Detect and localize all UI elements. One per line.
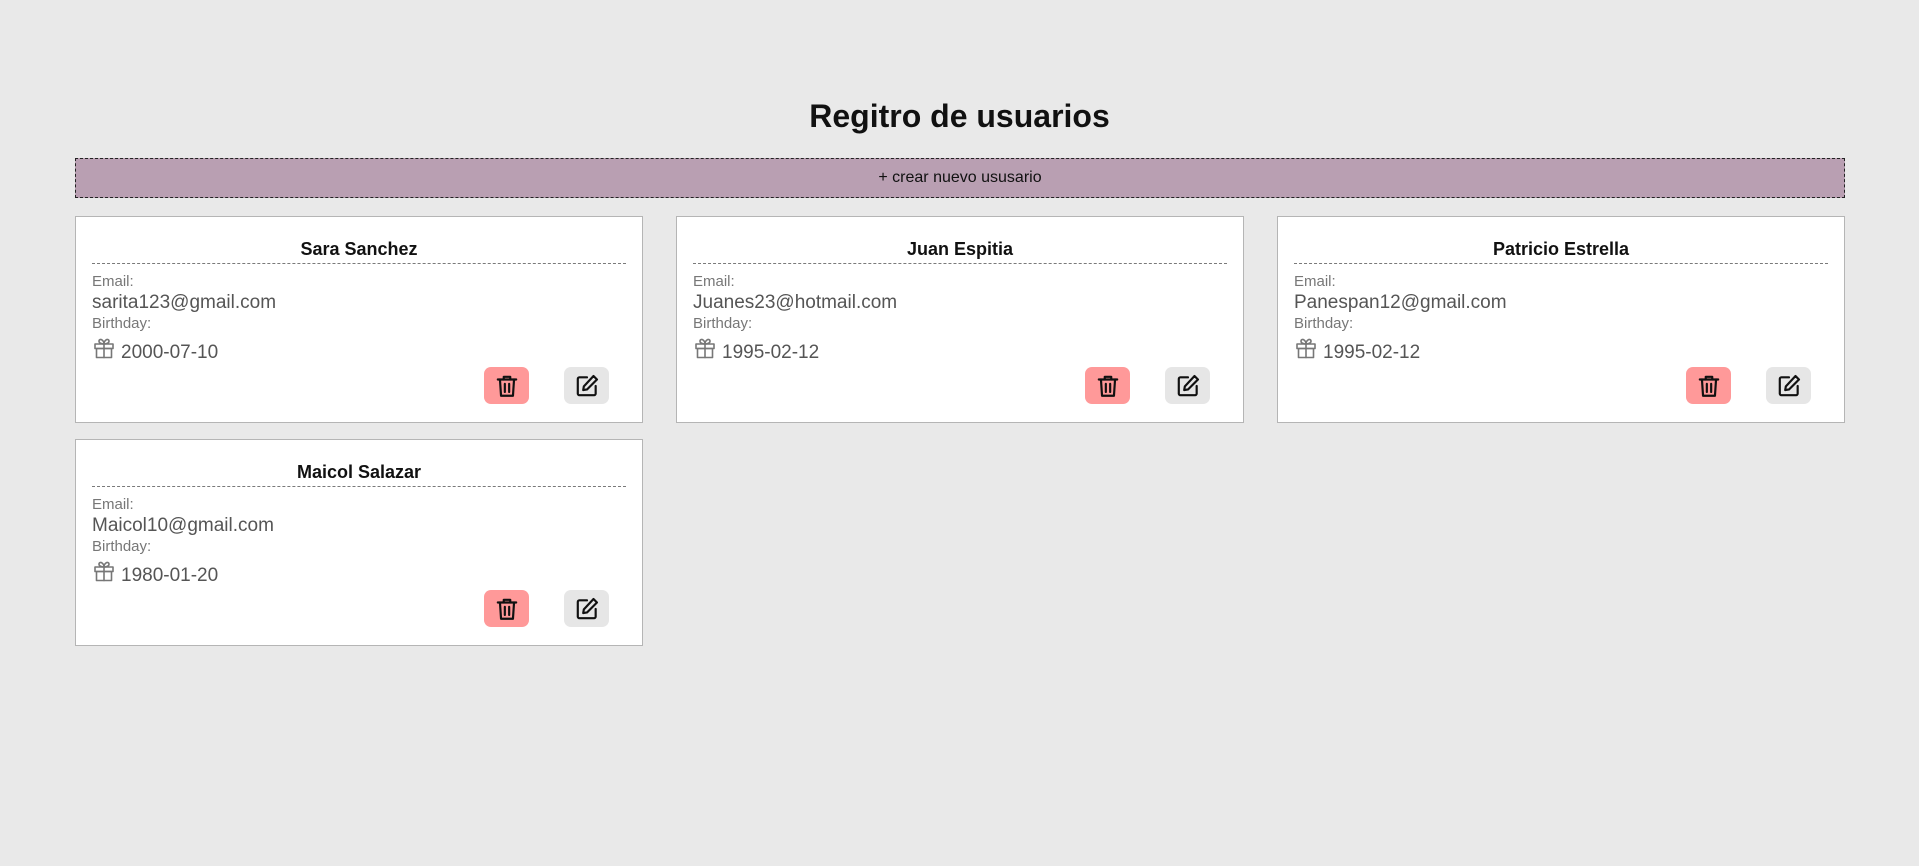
user-card: Maicol Salazar Email: Maicol10@gmail.com…: [75, 439, 643, 646]
email-label: Email:: [92, 496, 134, 513]
delete-button[interactable]: [1085, 367, 1130, 404]
page-title: Regitro de usuarios: [809, 98, 1110, 134]
user-email: sarita123@gmail.com: [92, 292, 277, 313]
edit-button[interactable]: [1766, 367, 1811, 404]
user-card-list: Sara Sanchez Email: sarita123@gmail.com …: [75, 216, 1845, 646]
edit-icon: [576, 597, 598, 619]
edit-button[interactable]: [1165, 367, 1210, 404]
edit-icon: [1778, 374, 1800, 396]
email-label: Email:: [1294, 273, 1336, 290]
create-user-button[interactable]: + crear nuevo ususario: [75, 158, 1845, 198]
user-birthday: 1995-02-12: [1323, 342, 1421, 363]
edit-icon: [1177, 374, 1199, 396]
delete-button[interactable]: [1686, 367, 1731, 404]
birthday-row: 2000-07-10: [92, 335, 626, 365]
card-actions: [484, 367, 609, 404]
email-label: Email:: [693, 273, 735, 290]
user-card: Juan Espitia Email: Juanes23@hotmail.com…: [676, 216, 1244, 423]
user-name: Patricio Estrella: [1294, 217, 1828, 264]
birthday-label: Birthday:: [693, 315, 753, 332]
birthday-label: Birthday:: [92, 315, 152, 332]
birthday-row: 1995-02-12: [693, 335, 1227, 365]
user-birthday: 1980-01-20: [121, 565, 219, 586]
birthday-row: 1995-02-12: [1294, 335, 1828, 365]
user-card: Sara Sanchez Email: sarita123@gmail.com …: [75, 216, 643, 423]
birthday-row: 1980-01-20: [92, 558, 626, 588]
birthday-label: Birthday:: [1294, 315, 1354, 332]
birthday-label: Birthday:: [92, 538, 152, 555]
trash-icon: [496, 598, 517, 620]
trash-icon: [496, 375, 517, 397]
gift-icon: [693, 336, 717, 360]
delete-button[interactable]: [484, 590, 529, 627]
user-email: Panespan12@gmail.com: [1294, 292, 1507, 313]
user-birthday: 1995-02-12: [722, 342, 820, 363]
user-card: Patricio Estrella Email: Panespan12@gmai…: [1277, 216, 1845, 423]
trash-icon: [1698, 375, 1719, 397]
email-label: Email:: [92, 273, 134, 290]
edit-button[interactable]: [564, 590, 609, 627]
gift-icon: [92, 559, 116, 583]
user-birthday: 2000-07-10: [121, 342, 219, 363]
card-actions: [484, 590, 609, 627]
user-email: Juanes23@hotmail.com: [693, 292, 898, 313]
user-name: Maicol Salazar: [92, 440, 626, 487]
card-actions: [1085, 367, 1210, 404]
user-email: Maicol10@gmail.com: [92, 515, 274, 536]
edit-icon: [576, 374, 598, 396]
user-name: Sara Sanchez: [92, 217, 626, 264]
gift-icon: [1294, 336, 1318, 360]
trash-icon: [1097, 375, 1118, 397]
delete-button[interactable]: [484, 367, 529, 404]
edit-button[interactable]: [564, 367, 609, 404]
user-name: Juan Espitia: [693, 217, 1227, 264]
card-actions: [1686, 367, 1811, 404]
gift-icon: [92, 336, 116, 360]
